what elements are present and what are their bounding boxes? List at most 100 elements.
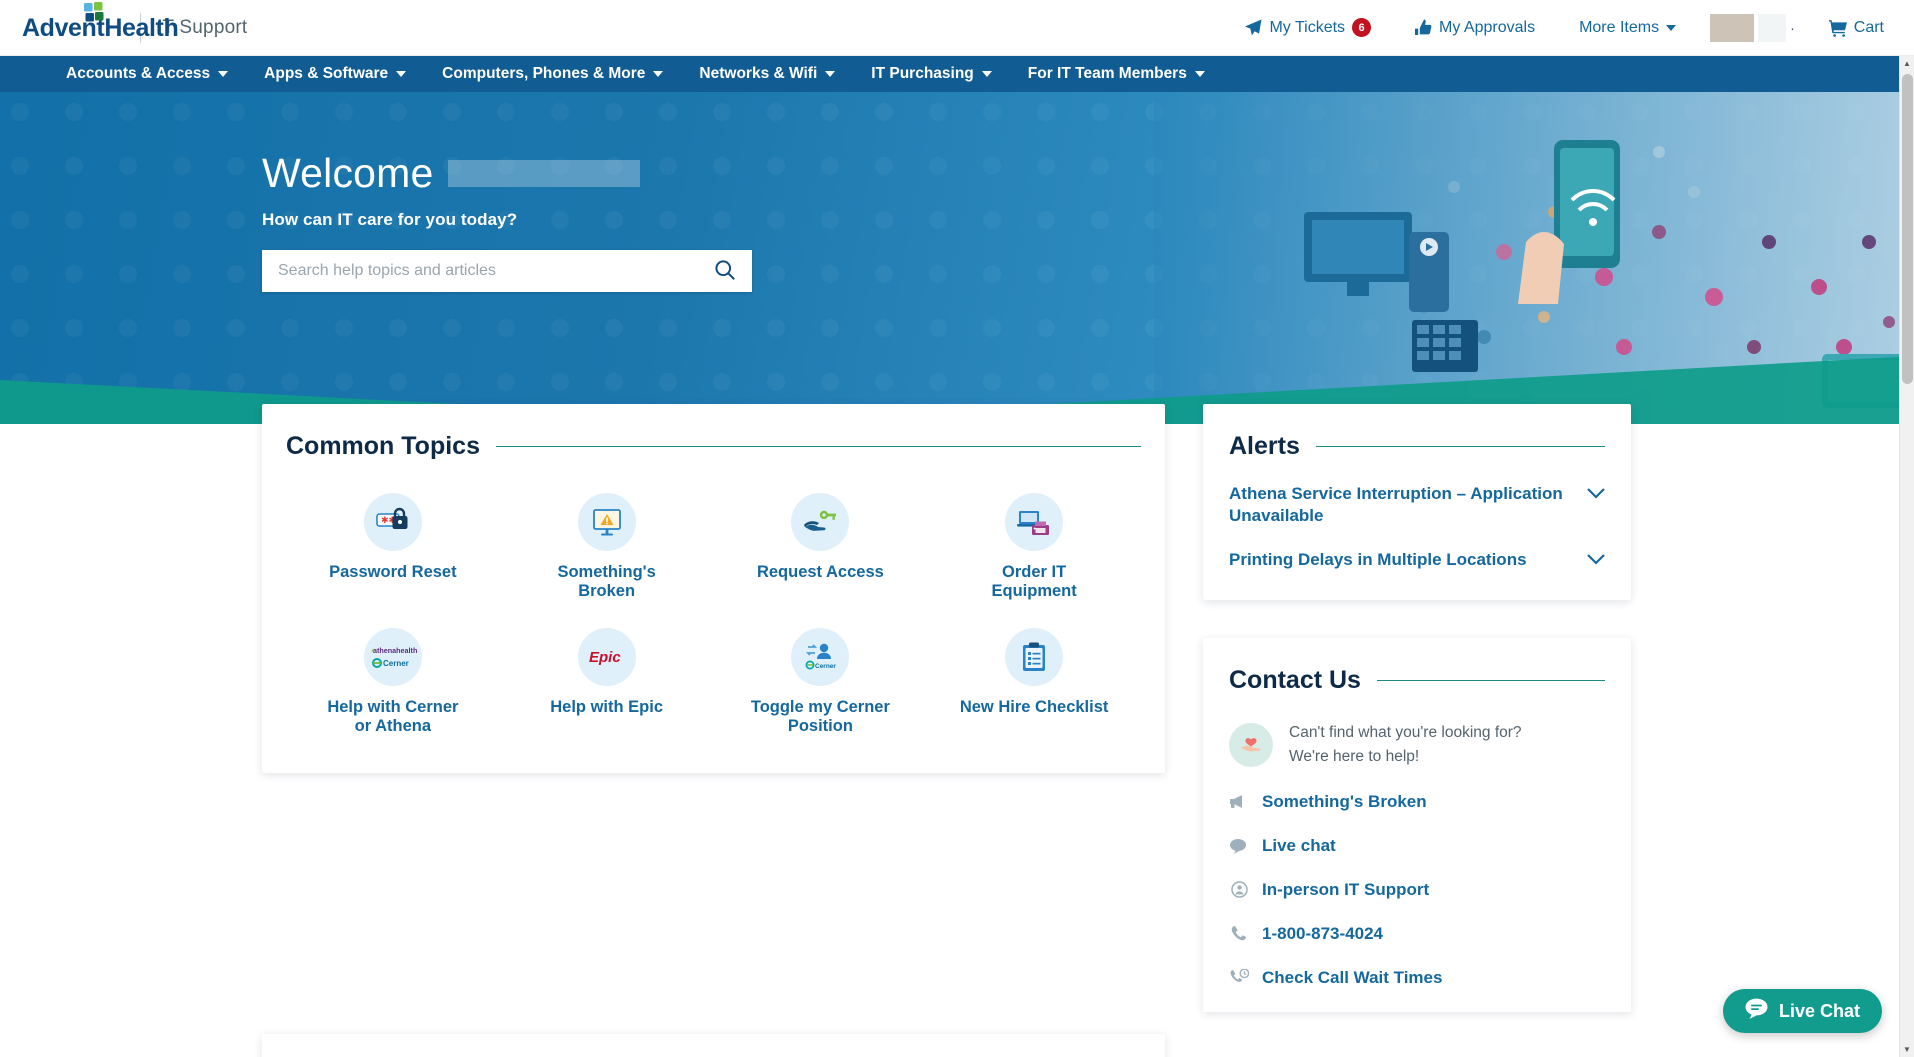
topic-somethings-broken[interactable]: Something's Broken (500, 487, 714, 608)
contact-us-title: Contact Us (1229, 666, 1361, 695)
common-topics-card: Common Topics ✱✱✱ (262, 404, 1165, 773)
topic-label: Request Access (757, 563, 884, 582)
common-topics-title: Common Topics (286, 432, 480, 461)
cart-icon (1829, 19, 1847, 37)
scroll-down-arrow[interactable]: ▼ (1900, 1042, 1914, 1057)
page-root: AdventHealth IT Support My Tickets 6 My … (0, 0, 1914, 1057)
nav-item-apps-software[interactable]: Apps & Software (246, 56, 424, 92)
hero-banner: Welcome How can IT care for you today? (0, 92, 1914, 424)
topic-order-it-equipment[interactable]: Order IT Equipment (927, 487, 1141, 608)
brand-logo[interactable]: AdventHealth IT Support (22, 11, 247, 45)
svg-text:Cerner: Cerner (383, 659, 409, 668)
user-profile-chip[interactable]: · (1698, 14, 1807, 42)
epic-icon: Epic (578, 628, 636, 686)
chevron-down-icon (1195, 71, 1205, 77)
alert-item-athena[interactable]: Athena Service Interruption – Applicatio… (1229, 461, 1605, 527)
cart-label: Cart (1854, 19, 1884, 37)
live-chat-button[interactable]: Live Chat (1723, 989, 1882, 1033)
cart-link[interactable]: Cart (1807, 19, 1892, 37)
chevron-down-icon (1666, 25, 1676, 31)
phone-icon (1229, 925, 1249, 942)
contact-link-live-chat[interactable]: Live chat (1229, 836, 1605, 856)
main-content: Common Topics ✱✱✱ (0, 404, 1914, 1057)
nav-item-for-it-team-members[interactable]: For IT Team Members (1010, 56, 1223, 92)
my-items-wrap: My Items Tickets 6 Approvals 0 (0, 1034, 1914, 1057)
search-input[interactable] (278, 262, 714, 280)
chevron-down-icon (653, 71, 663, 77)
brand-wordmark: AdventHealth (22, 11, 126, 45)
megaphone-icon (1229, 794, 1249, 809)
common-topics-grid: ✱✱✱ Password Reset (286, 487, 1141, 743)
password-lock-icon: ✱✱✱ (364, 493, 422, 551)
adventhealth-petals-icon (84, 2, 106, 24)
nav-item-it-purchasing[interactable]: IT Purchasing (853, 56, 1010, 92)
contact-intro-line1: Can't find what you're looking for? (1289, 721, 1522, 744)
chevron-down-icon[interactable] (1587, 552, 1605, 570)
contact-link-somethings-broken[interactable]: Something's Broken (1229, 792, 1605, 812)
contact-link-label: Something's Broken (1262, 792, 1427, 812)
nav-label: Accounts & Access (66, 65, 210, 83)
hero-content: Welcome How can IT care for you today? (0, 92, 1914, 292)
hand-heart-icon (1229, 723, 1273, 767)
more-items-label: More Items (1579, 19, 1659, 37)
contact-intro: Can't find what you're looking for? We'r… (1229, 721, 1605, 768)
right-column: Alerts Athena Service Interruption – App… (1203, 404, 1631, 1012)
alerts-card: Alerts Athena Service Interruption – App… (1203, 404, 1631, 600)
user-dot-icon: · (1790, 20, 1795, 36)
scroll-up-arrow[interactable]: ▲ (1900, 56, 1914, 71)
thumbs-up-icon (1415, 19, 1432, 36)
live-chat-label: Live Chat (1779, 1001, 1860, 1022)
chat-bubble-icon (1229, 838, 1249, 854)
welcome-heading: Welcome (262, 150, 434, 197)
topic-new-hire-checklist[interactable]: New Hire Checklist (927, 622, 1141, 743)
phone-clock-icon (1229, 969, 1249, 986)
more-items-dropdown[interactable]: More Items (1557, 19, 1698, 37)
contact-link-phone-number[interactable]: 1-800-873-4024 (1229, 924, 1605, 944)
hero-subtitle: How can IT care for you today? (262, 210, 1914, 230)
alert-item-printing[interactable]: Printing Delays in Multiple Locations (1229, 527, 1605, 571)
user-avatar-redacted (1710, 14, 1754, 42)
alert-text: Athena Service Interruption – Applicatio… (1229, 483, 1573, 527)
topic-toggle-cerner-position[interactable]: Cerner Toggle my Cerner Position (714, 622, 928, 743)
topic-label: Help with Epic (550, 698, 663, 717)
main-navigation: Accounts & Access Apps & Software Comput… (0, 56, 1914, 92)
svg-text:Epic: Epic (589, 649, 621, 666)
alert-text: Printing Delays in Multiple Locations (1229, 549, 1573, 571)
topic-label: New Hire Checklist (960, 698, 1109, 717)
topic-label: Toggle my Cerner Position (745, 698, 895, 737)
topic-request-access[interactable]: Request Access (714, 487, 928, 608)
title-divider (496, 446, 1141, 447)
topic-label: Help with Cerner or Athena (318, 698, 468, 737)
adventhealth-logo-mark: AdventHealth (22, 11, 126, 45)
contact-intro-line2: We're here to help! (1289, 745, 1522, 768)
contact-link-in-person-support[interactable]: In-person IT Support (1229, 880, 1605, 900)
nav-item-computers-phones[interactable]: Computers, Phones & More (424, 56, 681, 92)
top-header: AdventHealth IT Support My Tickets 6 My … (0, 0, 1914, 56)
title-divider (1316, 446, 1605, 447)
my-tickets-label: My Tickets (1269, 19, 1345, 37)
hand-key-icon (791, 493, 849, 551)
search-button[interactable] (714, 259, 736, 284)
chevron-down-icon[interactable] (1587, 486, 1605, 504)
topic-help-with-epic[interactable]: Epic Help with Epic (500, 622, 714, 743)
nav-item-accounts-access[interactable]: Accounts & Access (48, 56, 246, 92)
my-approvals-link[interactable]: My Approvals (1393, 19, 1557, 37)
welcome-row: Welcome (262, 150, 1914, 197)
my-tickets-link[interactable]: My Tickets 6 (1223, 18, 1393, 37)
chevron-down-icon (218, 71, 228, 77)
topic-password-reset[interactable]: ✱✱✱ Password Reset (286, 487, 500, 608)
contact-link-check-call-wait-times[interactable]: Check Call Wait Times (1229, 968, 1605, 988)
user-name-redacted (1758, 14, 1786, 42)
search-bar[interactable] (262, 250, 752, 292)
nav-label: For IT Team Members (1028, 65, 1187, 83)
contact-us-header: Contact Us (1229, 666, 1605, 695)
monitor-warning-icon (578, 493, 636, 551)
title-divider (1377, 680, 1605, 681)
contact-link-label: Check Call Wait Times (1262, 968, 1442, 988)
common-topics-header: Common Topics (286, 432, 1141, 461)
svg-text:Cerner: Cerner (815, 663, 836, 670)
clipboard-checklist-icon (1005, 628, 1063, 686)
chevron-down-icon (825, 71, 835, 77)
topic-help-cerner-athena[interactable]: athenahealth Cerner Help with Cerner or … (286, 622, 500, 743)
nav-item-networks-wifi[interactable]: Networks & Wifi (681, 56, 853, 92)
